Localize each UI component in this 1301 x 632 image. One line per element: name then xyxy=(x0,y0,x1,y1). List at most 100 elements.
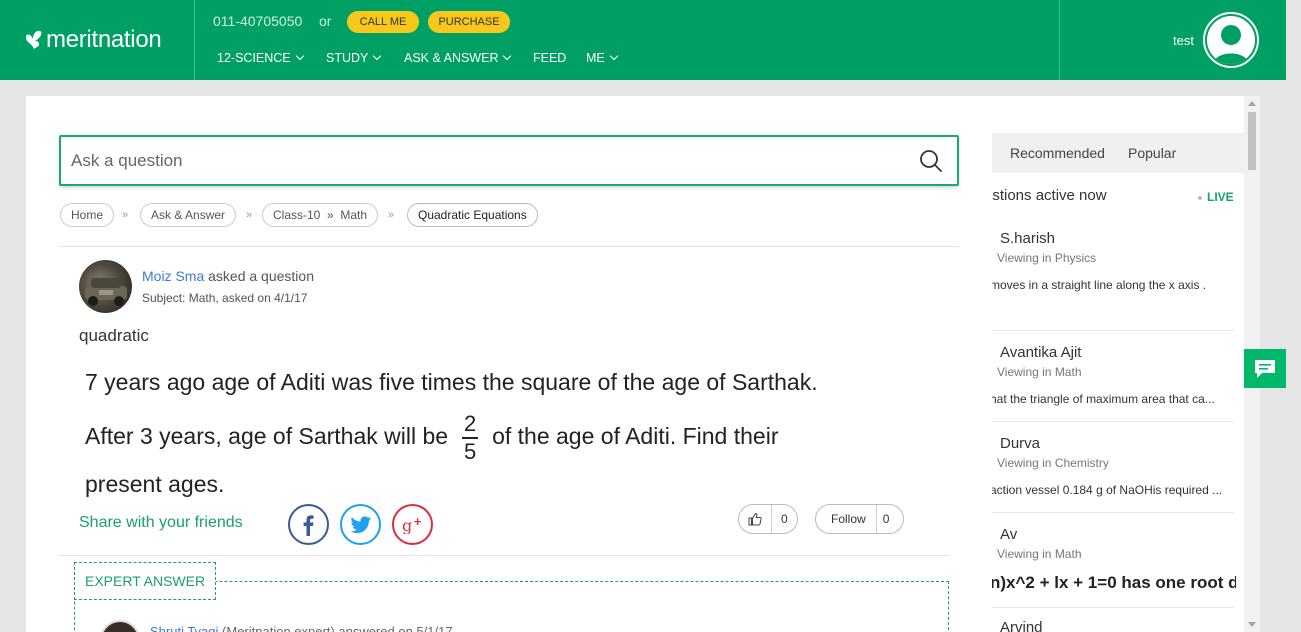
question-title: quadratic xyxy=(79,326,149,345)
like-button-group[interactable]: 0 xyxy=(738,504,798,534)
breadcrumb-home[interactable]: Home xyxy=(60,203,115,227)
breadcrumb-ask-answer[interactable]: Ask & Answer xyxy=(140,203,237,227)
divider xyxy=(59,555,949,556)
breadcrumb-separator: » xyxy=(122,209,129,221)
thumbs-up-icon xyxy=(748,512,762,526)
feed-user-viewing: Viewing in Chemistry xyxy=(997,456,1109,470)
feed-user-name[interactable]: Arvind xyxy=(1000,619,1043,632)
google-plus-icon: g + xyxy=(402,516,422,534)
asked-text: asked a question xyxy=(204,268,314,284)
header-divider xyxy=(194,0,195,80)
twitter-share-button[interactable] xyxy=(340,504,381,545)
feed-question-text[interactable]: action vessel 0.184 g of NaOHis required… xyxy=(990,483,1236,497)
question-card: Home » Ask & Answer » Class-10 » Math » … xyxy=(26,96,992,632)
nav-study[interactable]: STUDY xyxy=(326,51,382,65)
nav-label: ASK & ANSWER xyxy=(404,51,499,65)
asker-name-link[interactable]: Moiz Sma xyxy=(142,268,204,284)
svg-text:+: + xyxy=(413,516,422,528)
live-dot-icon xyxy=(1198,195,1202,200)
like-button[interactable] xyxy=(739,505,771,533)
feed-user-viewing: Viewing in Math xyxy=(997,365,1082,379)
feed-divider xyxy=(984,607,1234,608)
feed-question-text[interactable]: moves in a straight line along the x axi… xyxy=(990,278,1236,292)
call-me-button[interactable]: CALL ME xyxy=(347,11,419,33)
feed-question-text[interactable]: hat the triangle of maximum area that ca… xyxy=(990,392,1236,406)
live-badge: LIVE xyxy=(1198,190,1234,204)
divider xyxy=(59,246,959,247)
breadcrumb-separator: » xyxy=(246,209,253,221)
active-now-heading: estions active now xyxy=(984,187,1107,204)
tab-popular[interactable]: Popular xyxy=(1128,145,1176,161)
feed-user-name[interactable]: Av xyxy=(1000,526,1017,543)
chevron-down-icon xyxy=(373,51,382,61)
user-avatar[interactable] xyxy=(1203,12,1259,68)
fraction-numerator: 2 xyxy=(463,411,477,436)
phone-number: 011-40705050 xyxy=(213,13,303,29)
facebook-share-button[interactable] xyxy=(288,504,329,545)
scroll-down-arrow-icon[interactable] xyxy=(1248,622,1256,627)
nav-feed[interactable]: FEED xyxy=(533,51,566,65)
follow-button-group[interactable]: Follow 0 xyxy=(815,504,905,534)
share-label: Share with your friends xyxy=(79,514,243,531)
follow-count: 0 xyxy=(875,505,904,533)
facebook-icon xyxy=(303,514,314,536)
car-photo-icon xyxy=(85,278,127,306)
chevron-down-icon xyxy=(295,51,304,61)
breadcrumb-separator: » xyxy=(388,209,395,221)
user-placeholder-icon xyxy=(1207,16,1255,64)
question-body: 7 years ago age of Aditi was five times … xyxy=(85,362,905,504)
nav-label: ME xyxy=(586,51,605,65)
ask-question-input[interactable] xyxy=(71,147,891,175)
meritnation-logo[interactable]: meritnation xyxy=(24,24,162,56)
expert-name-link[interactable]: Shruti Tyagi xyxy=(150,624,218,632)
question-line: 7 years ago age of Aditi was five times … xyxy=(85,369,818,395)
answerer-line: Shruti Tyagi (Meritnation expert) answer… xyxy=(150,624,453,632)
feed-question-text[interactable]: n)x^2 + lx + 1=0 has one root do xyxy=(990,573,1236,593)
feed-divider xyxy=(984,421,1234,422)
logo-wordmark: meritnation xyxy=(46,26,162,53)
expert-answer-tab: EXPERT ANSWER xyxy=(74,562,217,600)
question-text: of the age of Aditi. Find their xyxy=(492,422,779,449)
ask-question-box[interactable] xyxy=(59,135,959,186)
nav-me[interactable]: ME xyxy=(586,51,618,65)
chevron-down-icon xyxy=(503,51,512,61)
chat-bubble-icon xyxy=(1255,359,1275,378)
scroll-up-arrow-icon[interactable] xyxy=(1248,101,1256,106)
chevron-down-icon xyxy=(609,51,618,61)
answer-meta: (Meritnation expert) answered on 5/1/17 xyxy=(218,624,453,632)
fraction: 25 xyxy=(462,411,479,464)
purchase-button[interactable]: PURCHASE xyxy=(428,11,510,33)
question-line: After 3 years, age of Sarthak will be 2 5 o… xyxy=(85,412,905,464)
top-header: meritnation 011-40705050 or CALL ME PURC… xyxy=(0,0,1286,80)
question-subject: Subject: Math, asked on 4/1/17 xyxy=(142,291,308,305)
header-divider xyxy=(1059,0,1060,80)
nav-label: 12-SCIENCE xyxy=(217,51,291,65)
nav-12-science[interactable]: 12-SCIENCE xyxy=(217,51,304,65)
or-text: or xyxy=(319,13,332,29)
asker-avatar[interactable] xyxy=(79,260,132,313)
feed-user-name[interactable]: Avantika Ajit xyxy=(1000,344,1081,361)
feed-user-name[interactable]: Durva xyxy=(1000,435,1040,452)
asker-line: Moiz Sma asked a question xyxy=(142,268,314,284)
breadcrumb-topic[interactable]: Quadratic Equations xyxy=(407,203,538,227)
question-text: After 3 years, age of Sarthak will be xyxy=(85,422,449,449)
chat-button[interactable] xyxy=(1244,349,1286,388)
twitter-icon xyxy=(350,515,371,533)
nav-label: FEED xyxy=(533,51,567,65)
feed-user-name[interactable]: S.harish xyxy=(1000,230,1055,247)
nav-ask-answer[interactable]: ASK & ANSWER xyxy=(404,51,512,65)
like-count: 0 xyxy=(771,505,797,533)
feed-divider xyxy=(984,330,1234,331)
fraction-denominator: 5 xyxy=(463,438,477,464)
svg-text:g: g xyxy=(402,516,412,534)
scroll-thumb[interactable] xyxy=(1248,112,1256,170)
question-line: present ages. xyxy=(85,470,225,497)
breadcrumb-class-subject[interactable]: Class-10 » Math xyxy=(262,203,379,227)
follow-button[interactable]: Follow xyxy=(816,505,876,533)
google-plus-share-button[interactable]: g + xyxy=(392,504,433,545)
search-icon[interactable] xyxy=(919,149,943,173)
user-name[interactable]: test xyxy=(1173,33,1194,48)
live-label: LIVE xyxy=(1207,190,1234,204)
nav-label: STUDY xyxy=(326,51,369,65)
tab-recommended[interactable]: Recommended xyxy=(1010,145,1105,161)
